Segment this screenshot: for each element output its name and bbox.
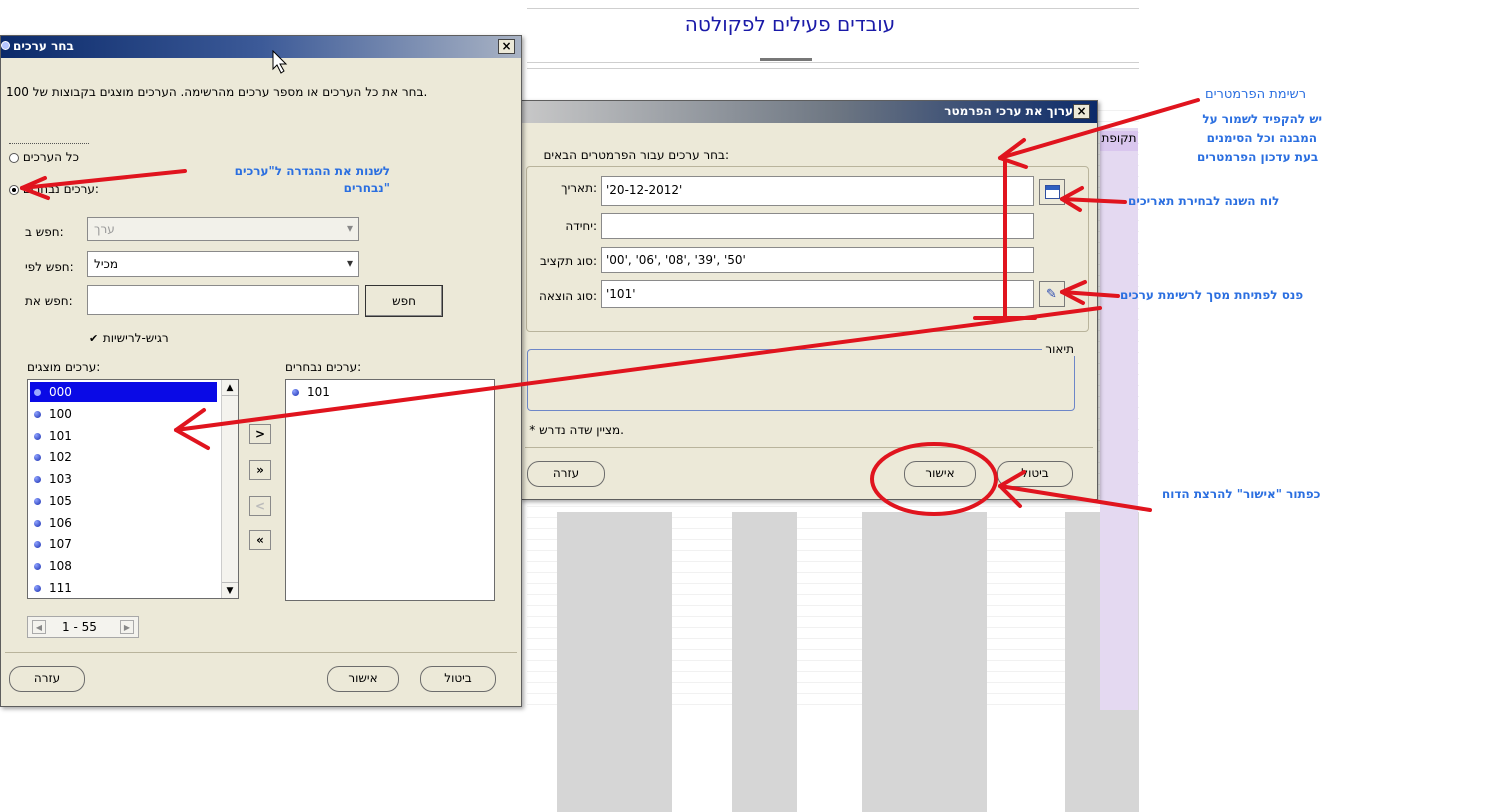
arrow-ok xyxy=(998,484,1152,512)
arrow-calendar xyxy=(1060,197,1127,204)
annotation-arrows xyxy=(20,98,1200,516)
ok-highlight-ellipse xyxy=(870,442,998,516)
arrow-selected-values xyxy=(20,169,187,190)
arrow-value-list xyxy=(174,306,1102,432)
mouse-cursor-icon xyxy=(272,50,288,74)
bracket-line xyxy=(973,158,1037,320)
arrow-param-list xyxy=(998,98,1200,160)
